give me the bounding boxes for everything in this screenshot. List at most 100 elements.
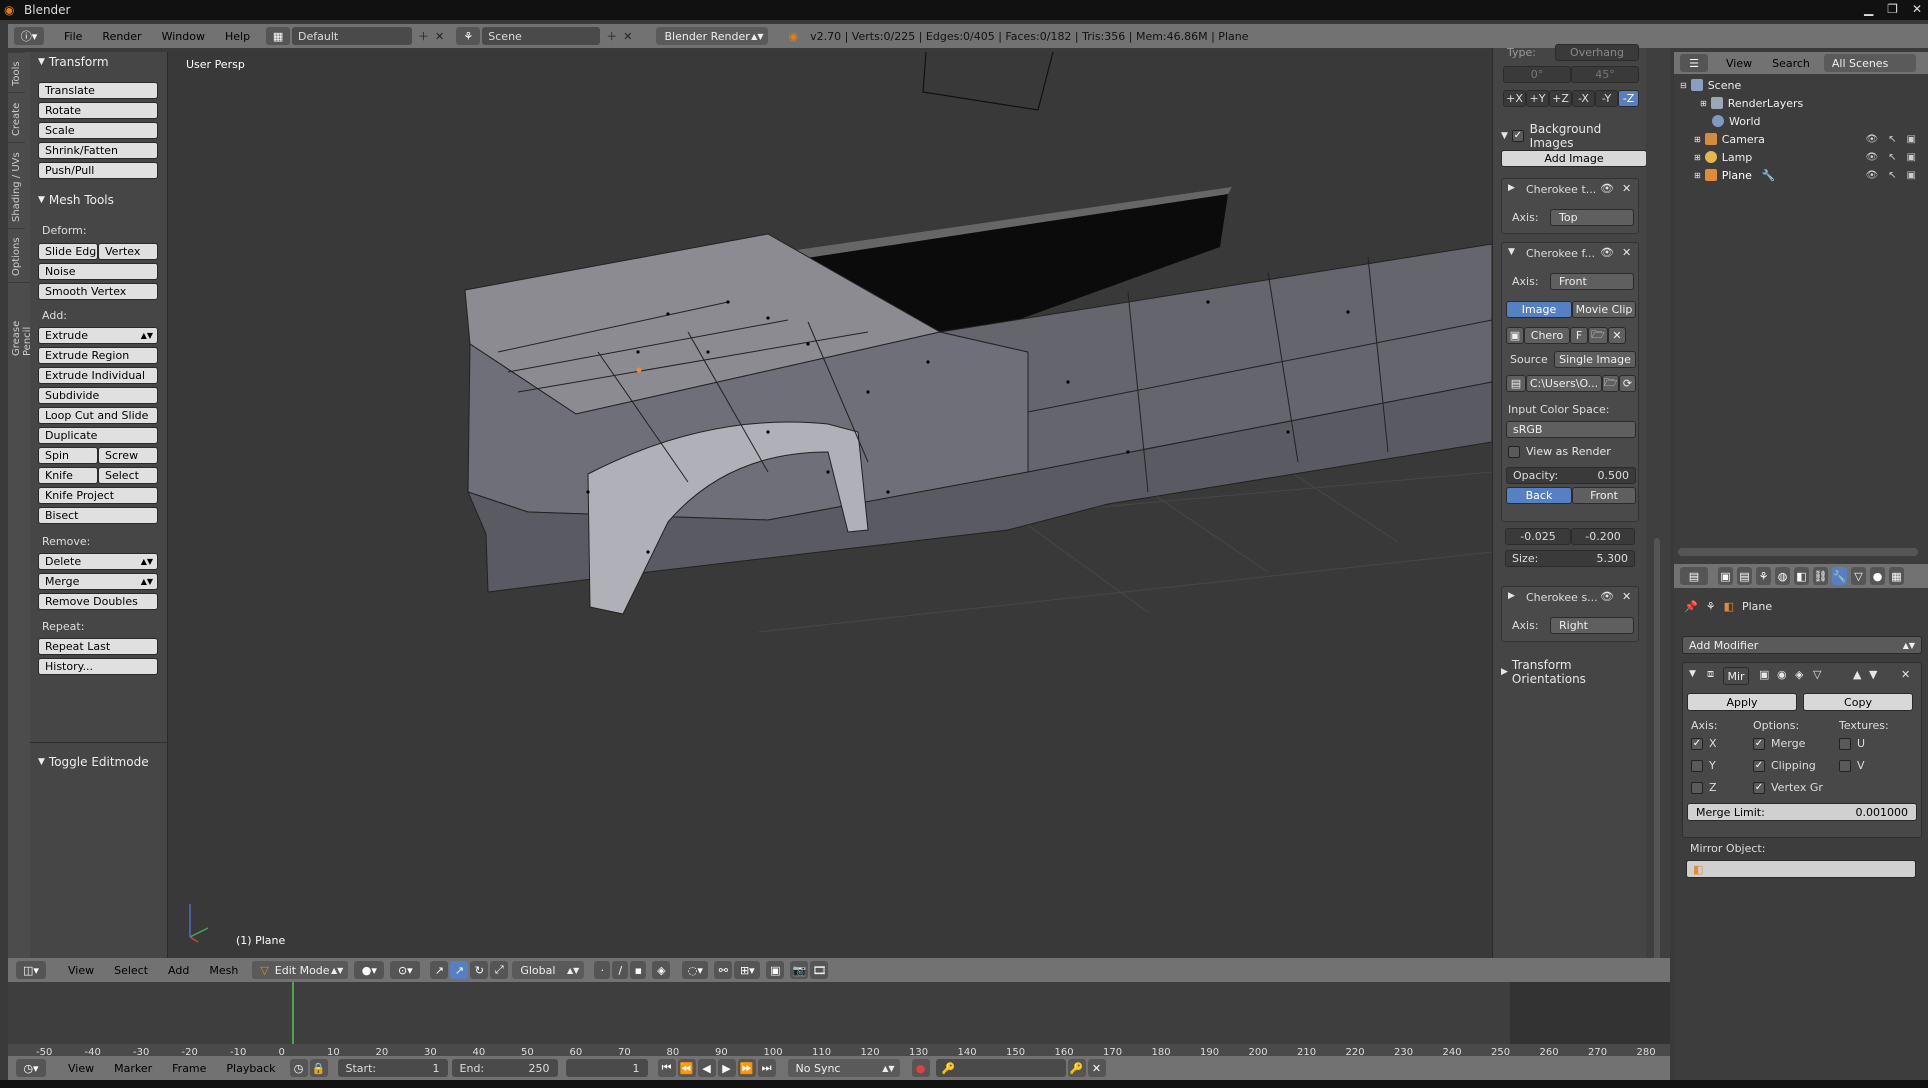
expanded-icon[interactable]: ⊟ (1680, 81, 1687, 90)
render-image-icon[interactable]: 📷 (790, 961, 809, 979)
menu-window[interactable]: Window (152, 30, 215, 43)
eye-icon[interactable]: 👁 (1600, 182, 1614, 195)
bg2-axis-dropdown[interactable]: Front (1550, 273, 1634, 290)
add-image-button[interactable]: Add Image (1501, 150, 1647, 167)
render-engine-dropdown[interactable]: Blender Render ▲▼ (656, 27, 769, 45)
bisect-button[interactable]: Bisect (38, 507, 158, 524)
vertex-groups-checkbox[interactable]: ✓ (1753, 781, 1765, 794)
editor-type-info-icon[interactable]: ⓘ▾ (14, 27, 44, 45)
open-image-icon[interactable]: 🗁 (1588, 327, 1608, 344)
rotate-manipulator-icon[interactable]: ↻ (470, 961, 489, 979)
scale-manipulator-icon[interactable]: ⤢ (490, 961, 509, 979)
scale-button[interactable]: Scale (38, 122, 158, 139)
timeline-view-menu[interactable]: View (58, 1062, 104, 1075)
mode-dropdown[interactable]: ▽ Edit Mode ▲▼ (252, 961, 349, 979)
3d-viewport[interactable]: User Persp (1) Plane (168, 52, 1492, 958)
render-animation-icon[interactable]: 🎞 (810, 961, 829, 979)
outliner-editor-type-icon[interactable]: ☰ (1680, 54, 1708, 72)
tab-create[interactable]: Create (8, 92, 25, 142)
translate-manipulator-icon[interactable]: ↗ (450, 961, 469, 979)
merge-limit-field[interactable]: Merge Limit: 0.001000 (1687, 803, 1917, 821)
outliner-item-plane[interactable]: ⊞ Plane 🔧 👁 ↖ ▣ (1694, 166, 1920, 184)
maximize-icon[interactable]: ❐ (1887, 2, 1898, 16)
axis-y-checkbox[interactable] (1691, 759, 1703, 772)
view-as-render-toggle[interactable]: View as Render (1508, 445, 1611, 458)
repeat-last-button[interactable]: Repeat Last (38, 638, 158, 655)
slide-vertex-button[interactable]: Vertex (98, 243, 158, 260)
cage-toggle-icon[interactable]: ▽ (1813, 668, 1821, 681)
tab-image[interactable]: Image (1506, 301, 1572, 318)
screen-layout-icon[interactable]: ▦ (266, 27, 291, 45)
transform-orientation-dropdown[interactable]: Global ▲▼ (512, 961, 585, 979)
timeline[interactable]: -50 -40 -30 -20 -10 0 10 20 30 40 50 60 70 80 90 100 110… (8, 982, 1670, 1062)
modifiers-tab-icon[interactable]: 🔧 (1832, 567, 1847, 585)
editmode-toggle-icon[interactable]: ◈ (1795, 668, 1803, 681)
manipulator-toggle-icon[interactable]: ↗ (430, 961, 449, 979)
eye-icon[interactable]: 👁 (1600, 246, 1614, 259)
texture-v-toggle[interactable]: V (1839, 759, 1865, 772)
next-keyframe-icon[interactable]: ⏩ (737, 1059, 756, 1077)
opacity-slider[interactable]: Opacity: 0.500 (1506, 467, 1636, 484)
angle-b-field[interactable]: 45° (1571, 66, 1639, 83)
delete-dropdown[interactable]: Delete ▲▼ (38, 553, 158, 570)
select-menu[interactable]: Select (104, 964, 158, 977)
pin-icon[interactable]: 📌 (1684, 600, 1698, 613)
type-dropdown[interactable]: Overhang (1555, 44, 1639, 61)
outliner-item-camera[interactable]: ⊞ Camera 👁 ↖ ▣ (1694, 130, 1920, 148)
cursor-icon[interactable]: ↖ (1888, 134, 1896, 145)
close-icon[interactable]: ✕ (1622, 246, 1631, 259)
axis-x-toggle[interactable]: ✓ X (1691, 737, 1717, 750)
fake-user-button[interactable]: F (1570, 327, 1588, 344)
editor-type-timeline-icon[interactable]: ◷▾ (16, 1059, 46, 1077)
outliner-item-world[interactable]: World (1712, 112, 1920, 130)
axis-minus-y-button[interactable]: -Y (1595, 90, 1618, 107)
start-frame-field[interactable]: Start: 1 (337, 1059, 448, 1077)
close-icon[interactable]: ✕ (1622, 590, 1631, 603)
material-tab-icon[interactable]: ● (1870, 567, 1885, 585)
merge-checkbox[interactable]: ✓ (1753, 737, 1765, 750)
vertex-select-icon[interactable]: · (594, 961, 611, 979)
angle-a-field[interactable]: 0° (1503, 66, 1571, 83)
history-button[interactable]: History... (38, 658, 158, 675)
pivot-point-icon[interactable]: ⊙▾ (390, 961, 421, 979)
scrollbar-thumb[interactable] (1654, 538, 1660, 998)
reload-icon[interactable]: ⟳ (1619, 375, 1636, 392)
sync-mode-dropdown[interactable]: No Sync ▲▼ (787, 1059, 900, 1077)
scene-icon[interactable]: ⚘ (456, 27, 481, 45)
visibility-toggles[interactable]: 👁 ↖ ▣ (1865, 170, 1916, 181)
constraints-tab-icon[interactable]: ⛓ (1813, 567, 1828, 585)
add-modifier-dropdown[interactable]: Add Modifier ▲▼ (1682, 636, 1922, 654)
modifier-name-field[interactable]: Mir (1723, 667, 1749, 685)
spin-button[interactable]: Spin (38, 447, 98, 464)
add-layout-icon[interactable]: ＋ (418, 28, 429, 44)
snap-icon[interactable]: ⚯ (714, 961, 733, 979)
expanded-icon[interactable]: ▼ (1689, 669, 1696, 679)
shrink-fatten-button[interactable]: Shrink/Fatten (38, 142, 158, 159)
size-field[interactable]: Size: 5.300 (1505, 550, 1635, 567)
texture-tab-icon[interactable]: ▦ (1889, 567, 1904, 585)
source-dropdown[interactable]: Single Image (1554, 351, 1636, 368)
texture-u-checkbox[interactable] (1839, 737, 1851, 750)
outliner-hscrollbar[interactable] (1678, 548, 1918, 556)
smooth-vertex-button[interactable]: Smooth Vertex (38, 283, 158, 300)
layers-icon[interactable]: ▣ (766, 961, 785, 979)
axis-minus-x-button[interactable]: -X (1572, 90, 1595, 107)
delete-keyframe-icon[interactable]: ✕ (1087, 1059, 1106, 1077)
tab-movie-clip[interactable]: Movie Clip (1572, 301, 1636, 318)
prev-keyframe-icon[interactable]: ⏪ (677, 1059, 696, 1077)
play-icon[interactable]: ▶ (717, 1059, 736, 1077)
remove-modifier-icon[interactable]: ✕ (1901, 668, 1910, 681)
scene-tab-icon[interactable]: ⚘ (1756, 567, 1771, 585)
move-down-icon[interactable]: ▼ (1869, 668, 1877, 681)
texture-v-checkbox[interactable] (1839, 759, 1851, 772)
offset-x-field[interactable]: -0.025 (1505, 528, 1571, 545)
insert-keyframe-icon[interactable]: 🔑 (1067, 1059, 1086, 1077)
viewport-shading-icon[interactable]: ●▾ (354, 961, 385, 979)
collapsed-icon[interactable]: ▶ (1508, 591, 1515, 601)
image-name-field[interactable]: Chero (1524, 327, 1570, 344)
slide-edge-button[interactable]: Slide Edg (38, 243, 98, 260)
menu-render[interactable]: Render (92, 30, 151, 43)
merge-toggle[interactable]: ✓ Merge (1753, 737, 1805, 750)
axis-minus-z-button[interactable]: -Z (1618, 90, 1639, 107)
cursor-icon[interactable]: ↖ (1888, 170, 1896, 181)
